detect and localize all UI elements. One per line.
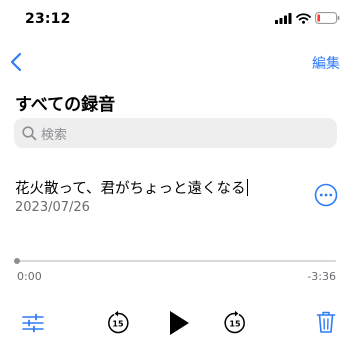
back-button[interactable]: [6, 50, 26, 74]
battery-low-icon: [315, 12, 340, 24]
playback-scrubber[interactable]: [16, 260, 336, 262]
text-cursor: [246, 179, 249, 196]
search-placeholder: 検索: [41, 127, 68, 143]
more-options-button[interactable]: [314, 183, 338, 207]
current-time: 0:00: [17, 270, 42, 283]
chevron-left-icon: [10, 52, 22, 72]
skip-back-15-button[interactable]: 15: [105, 310, 131, 336]
status-time: 23:12: [25, 11, 71, 27]
skip-back-seconds: 15: [112, 320, 124, 329]
skip-back-icon: 15: [108, 310, 129, 334]
status-icons: [275, 12, 340, 24]
recording-date: 2023/07/26: [15, 200, 90, 215]
scrubber-knob[interactable]: [14, 258, 20, 264]
delete-button[interactable]: [315, 309, 337, 335]
skip-forward-15-button[interactable]: 15: [222, 310, 248, 336]
ellipsis-circle-icon: [314, 183, 338, 207]
edit-button[interactable]: 編集: [312, 53, 340, 73]
remaining-time: -3:36: [307, 270, 336, 283]
wifi-icon: [296, 12, 311, 24]
recording-title[interactable]: 花火散って、君がちょっと遠くなる: [15, 177, 249, 198]
search-input[interactable]: 検索: [14, 118, 337, 148]
options-button[interactable]: [20, 311, 46, 335]
page-title: すべての録音: [15, 95, 116, 115]
play-icon: [170, 311, 189, 335]
sliders-icon: [22, 313, 44, 333]
skip-forward-icon: 15: [224, 310, 245, 334]
play-button[interactable]: [164, 307, 194, 339]
signal-icon: [275, 12, 292, 24]
trash-icon: [316, 311, 336, 333]
recording-title-text: 花火散って、君がちょっと遠くなる: [15, 181, 246, 197]
search-icon: [22, 125, 37, 140]
skip-forward-seconds: 15: [229, 320, 241, 329]
